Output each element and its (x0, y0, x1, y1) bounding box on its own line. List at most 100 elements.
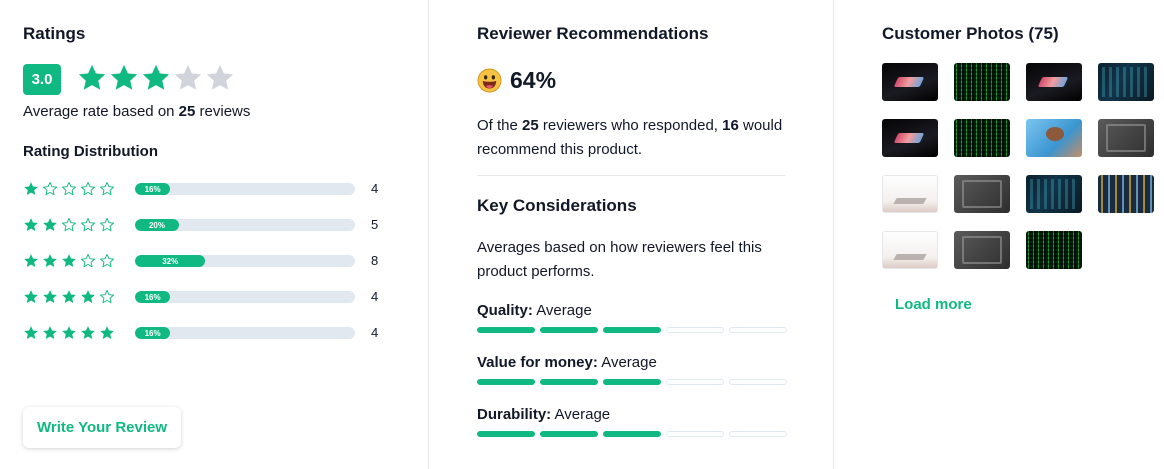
ratings-section: Ratings 3.0 Average rate based on 25 rev… (0, 0, 427, 469)
consideration-name: Durability: (477, 406, 552, 423)
distribution-count: 4 (371, 181, 379, 196)
meter-segment (603, 327, 661, 333)
consideration-value: Average (601, 354, 657, 371)
meter-segment (729, 327, 787, 333)
star-filled-icon (62, 326, 76, 339)
average-rate-count: 25 (178, 103, 196, 120)
customer-photo-thumbnail[interactable] (1026, 63, 1082, 101)
star-outline-icon (81, 218, 95, 232)
distribution-bar: 20% (135, 219, 355, 231)
distribution-row[interactable]: 20% 5 (23, 215, 403, 235)
meter-segment (729, 431, 787, 437)
star-filled-icon (24, 218, 38, 231)
responded-count: 25 (522, 117, 539, 134)
recommend-text: Of the 25 reviewers who responded, 16 wo… (477, 114, 797, 162)
star-filled-icon (81, 326, 95, 339)
customer-photo-thumbnail[interactable] (954, 175, 1010, 213)
consideration-label: Quality: Average (477, 302, 592, 319)
meter-segment (477, 327, 535, 333)
average-rate-prefix: Average rate based on (23, 103, 179, 120)
write-review-button[interactable]: Write Your Review (23, 407, 181, 448)
distribution-bar-fill: 16% (135, 183, 171, 195)
star-outline-icon (43, 182, 57, 196)
photo-grid (882, 63, 1154, 269)
distribution-row[interactable]: 16% 4 (23, 287, 403, 307)
meter-segment (666, 431, 724, 437)
recommendations-title: Reviewer Recommendations (477, 24, 709, 43)
average-rate-suffix: reviews (195, 103, 251, 120)
consideration-value: Average (536, 302, 592, 319)
distribution-bar: 16% (135, 291, 355, 303)
distribution-count: 5 (371, 217, 379, 232)
consideration-label: Durability: Average (477, 406, 610, 423)
meter-segment (540, 431, 598, 437)
customer-photos-title: Customer Photos (75) (882, 24, 1059, 43)
distribution-percent: 20% (148, 220, 165, 230)
consideration-name: Value for money: (477, 354, 598, 371)
star-filled-icon (43, 254, 57, 267)
distribution-bar-fill: 32% (135, 255, 206, 267)
distribution-percent: 16% (144, 328, 161, 338)
rating-distribution-title: Rating Distribution (23, 143, 158, 160)
customer-photo-thumbnail[interactable] (882, 119, 938, 157)
consideration-meter (477, 379, 787, 385)
distribution-bar: 16% (135, 327, 355, 339)
meter-segment (477, 431, 535, 437)
grinning-face-icon (477, 68, 502, 93)
distribution-percent: 32% (162, 256, 179, 266)
star-filled-icon (78, 64, 106, 90)
customer-photos-section: Customer Photos (75) Load more (833, 0, 1164, 469)
average-rate-text: Average rate based on 25 reviews (23, 103, 250, 120)
distribution-count: 8 (371, 253, 379, 268)
customer-photo-thumbnail[interactable] (1098, 63, 1154, 101)
customer-photo-thumbnail[interactable] (1026, 119, 1082, 157)
distribution-bar: 32% (135, 255, 355, 267)
star-outline-icon (100, 218, 114, 232)
meter-segment (729, 379, 787, 385)
star-outline-icon (81, 254, 95, 268)
distribution-bar-fill: 20% (135, 219, 179, 231)
distribution-row[interactable]: 16% 4 (23, 179, 403, 199)
star-filled-icon (110, 64, 138, 90)
star-outline-icon (62, 182, 76, 196)
recommend-text-part2: reviewers who responded, (538, 117, 723, 134)
distribution-percent: 16% (144, 184, 161, 194)
distribution-row[interactable]: 32% 8 (23, 251, 403, 271)
star-empty-icon (174, 64, 202, 90)
meter-segment (477, 379, 535, 385)
recommend-text-part1: Of the (477, 117, 523, 134)
distribution-row[interactable]: 16% 4 (23, 323, 403, 343)
average-rating-stars (77, 63, 235, 93)
customer-photo-thumbnail[interactable] (882, 175, 938, 213)
star-filled-icon (81, 290, 95, 303)
star-outline-icon (81, 182, 95, 196)
consideration-meter (477, 327, 787, 333)
recommend-count: 16 (722, 117, 739, 134)
customer-photo-thumbnail[interactable] (1026, 231, 1082, 269)
star-filled-icon (62, 254, 76, 267)
star-filled-icon (142, 64, 170, 90)
consideration-value: Average (554, 406, 611, 423)
distribution-bar-fill: 16% (135, 291, 171, 303)
distribution-stars (23, 325, 115, 341)
star-filled-icon (24, 326, 38, 339)
load-more-button[interactable]: Load more (895, 296, 972, 313)
star-filled-icon (62, 290, 76, 303)
distribution-bar: 16% (135, 183, 355, 195)
customer-photo-thumbnail[interactable] (954, 63, 1010, 101)
customer-photo-thumbnail[interactable] (882, 63, 938, 101)
customer-photo-thumbnail[interactable] (954, 119, 1010, 157)
customer-photo-thumbnail[interactable] (1098, 119, 1154, 157)
distribution-stars (23, 253, 115, 269)
customer-photo-thumbnail[interactable] (954, 231, 1010, 269)
meter-segment (540, 327, 598, 333)
consideration-label: Value for money: Average (477, 354, 657, 371)
customer-photo-thumbnail[interactable] (882, 231, 938, 269)
consideration-meter (477, 431, 787, 437)
distribution-count: 4 (371, 325, 379, 340)
distribution-count: 4 (371, 289, 379, 304)
star-filled-icon (43, 290, 57, 303)
customer-photo-thumbnail[interactable] (1026, 175, 1082, 213)
distribution-stars (23, 217, 115, 233)
customer-photo-thumbnail[interactable] (1098, 175, 1154, 213)
